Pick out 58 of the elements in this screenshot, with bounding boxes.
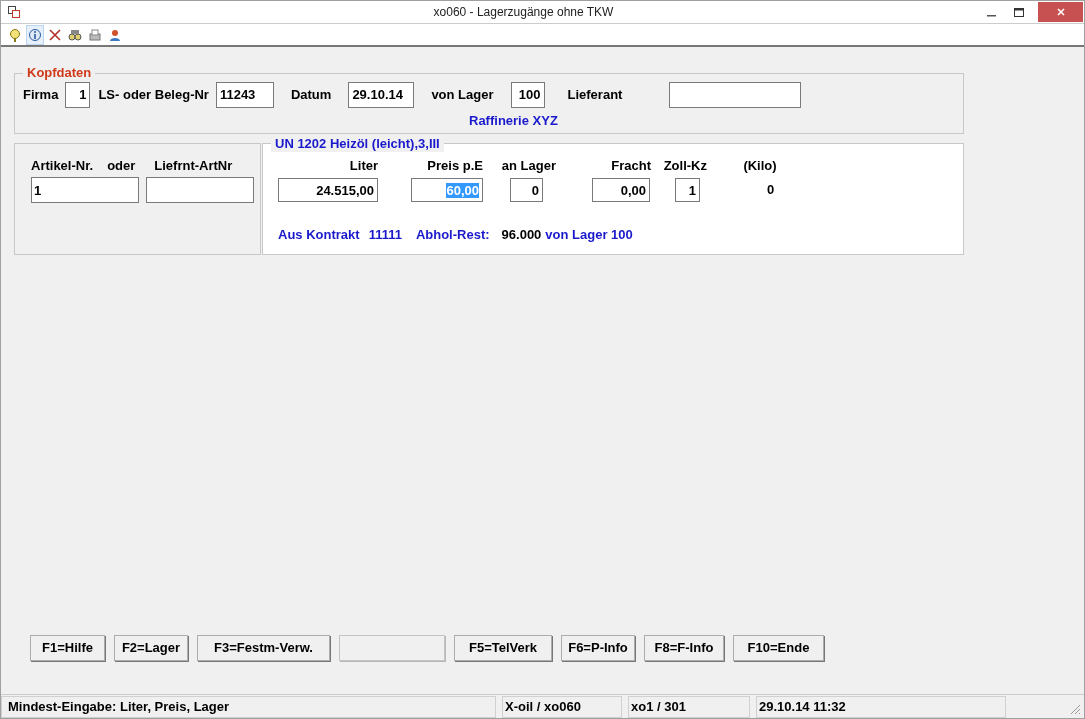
function-button[interactable]: F6=P-Info — [561, 635, 635, 661]
maximize-icon[interactable] — [1014, 7, 1024, 17]
delete-icon — [48, 27, 62, 42]
status-field: Mindest-Eingabe: Liter, Preis, Lager — [1, 695, 496, 718]
supplier-article-field[interactable] — [146, 177, 254, 203]
field-label: Datum — [290, 86, 332, 105]
supplier-name: Raffinerie XYZ — [469, 112, 558, 130]
warehouse-field[interactable]: 100 — [510, 82, 545, 108]
article-number-field[interactable]: 1 — [31, 177, 139, 203]
close-button[interactable] — [1038, 2, 1083, 22]
remaining-value: 96.000 — [501, 226, 542, 244]
column-label: Zoll-Kz — [662, 157, 707, 172]
warehouse-field[interactable]: 0 — [510, 178, 543, 202]
info-icon — [28, 27, 42, 42]
toolbar-button[interactable] — [26, 24, 44, 45]
function-button[interactable]: F10=Ende — [733, 635, 824, 661]
remaining-source: von Lager 100 — [545, 226, 633, 244]
liter-field[interactable]: 24.515,00 — [278, 178, 378, 202]
supplier-field[interactable] — [669, 82, 802, 108]
resize-grip-icon[interactable] — [1070, 704, 1081, 715]
column-label: Fracht — [610, 157, 651, 172]
function-button[interactable]: F8=F-Info — [644, 635, 724, 661]
column-label: (Kilo) — [742, 157, 778, 172]
field-label: Lieferant — [567, 86, 623, 105]
field-label: Firma — [23, 86, 59, 105]
contract-label: Aus Kontrakt — [278, 226, 360, 244]
column-label: Liefrnt-ArtNr — [154, 157, 233, 172]
kilo-value: 0 — [767, 181, 775, 200]
function-button[interactable]: F5=TelVerk — [454, 635, 552, 661]
freight-field[interactable]: 0,00 — [592, 178, 650, 202]
column-label: an Lager — [500, 157, 556, 172]
status-field: 29.10.14 11:32 — [756, 695, 1006, 718]
app-icon[interactable] — [8, 6, 20, 18]
customs-code-field[interactable]: 1 — [675, 178, 700, 202]
binoculars-icon — [68, 27, 82, 42]
company-field[interactable]: 1 — [65, 82, 91, 108]
status-field: xo1 / 301 — [628, 695, 750, 718]
column-label: Preis p.E — [426, 157, 483, 172]
column-label: Liter — [348, 157, 378, 172]
column-label: oder — [107, 157, 136, 172]
function-button[interactable]: F2=Lager — [114, 635, 188, 661]
help-icon — [8, 27, 22, 42]
status-field: X-oil / xo060 — [502, 695, 622, 718]
printer-icon — [88, 27, 102, 42]
column-label: Artikel-Nr. — [31, 157, 94, 172]
contract-number: 11111 — [368, 226, 402, 244]
date-field[interactable]: 29.10.14 — [348, 82, 415, 108]
window-title: xo060 - Lagerzugänge ohne TKW — [432, 4, 615, 21]
product-legend: UN 1202 Heizöl (leicht),3,III — [271, 136, 444, 152]
document-number-field[interactable]: 11243 — [215, 82, 274, 108]
user-icon — [108, 27, 122, 42]
field-label: LS- oder Beleg-Nr — [98, 86, 209, 105]
function-button[interactable]: F3=Festm-Verw. — [197, 635, 330, 661]
close-icon — [1056, 8, 1065, 16]
field-label: von Lager — [431, 86, 494, 105]
remaining-label: Abhol-Rest: — [415, 226, 490, 244]
group-legend: Kopfdaten — [23, 65, 96, 81]
function-button[interactable]: F1=Hilfe — [30, 635, 105, 661]
